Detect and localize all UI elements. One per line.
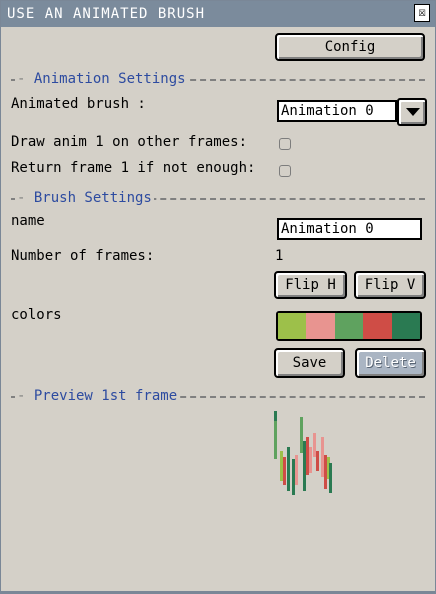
animated-brush-dropdown[interactable]: Animation 0 <box>277 98 427 126</box>
return-frame-checkbox[interactable] <box>279 165 291 177</box>
flip-h-button[interactable]: Flip H <box>274 271 347 299</box>
color-swatch[interactable] <box>391 313 421 339</box>
brush-preview-image <box>274 411 332 495</box>
color-swatch[interactable] <box>306 313 335 339</box>
frames-value: 1 <box>275 248 284 264</box>
draw-anim-label: Draw anim 1 on other frames: <box>11 134 248 150</box>
delete-button[interactable]: Delete <box>355 348 426 378</box>
animation-settings-title: - Animation Settings <box>15 71 188 87</box>
config-button[interactable]: Config <box>275 33 425 61</box>
close-button[interactable]: ☒ <box>414 4 430 22</box>
color-swatch[interactable] <box>278 313 307 339</box>
flip-v-button[interactable]: Flip V <box>354 271 426 299</box>
colors-label: colors <box>11 307 62 323</box>
chevron-down-icon <box>406 108 420 116</box>
color-swatch[interactable] <box>334 313 364 339</box>
close-icon: ☒ <box>418 5 426 20</box>
draw-anim-checkbox[interactable] <box>279 138 291 150</box>
preview-title: - Preview 1st frame <box>15 388 180 404</box>
title-bar[interactable]: USE AN ANIMATED BRUSH ☒ <box>1 1 435 27</box>
brush-name-label: name <box>11 213 45 229</box>
return-frame-label: Return frame 1 if not enough: <box>11 160 256 176</box>
animated-brush-window: USE AN ANIMATED BRUSH ☒ Config - Animati… <box>0 0 436 594</box>
color-swatch[interactable] <box>363 313 392 339</box>
brush-name-field[interactable]: Animation 0 <box>277 218 422 240</box>
brush-settings-title: - Brush Settings <box>15 190 154 206</box>
animated-brush-selected-value[interactable]: Animation 0 <box>277 100 397 122</box>
animated-brush-label: Animated brush : <box>11 96 146 112</box>
frames-label: Number of frames: <box>11 248 155 264</box>
color-palette[interactable] <box>276 311 422 341</box>
dropdown-button[interactable] <box>397 98 427 126</box>
window-title: USE AN ANIMATED BRUSH <box>7 6 206 22</box>
save-button[interactable]: Save <box>274 348 345 378</box>
